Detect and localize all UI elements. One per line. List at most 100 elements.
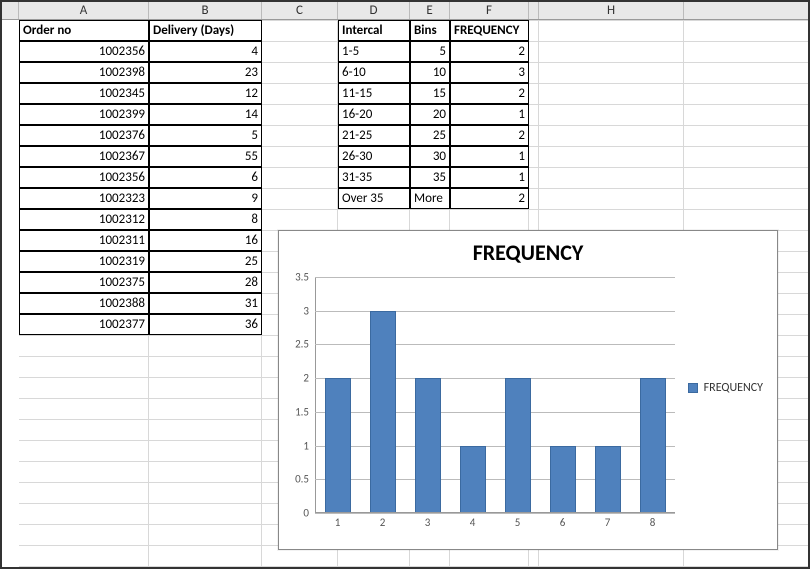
cell-frequency[interactable]: 2 <box>450 83 529 104</box>
cell-delivery-days[interactable]: 16 <box>149 230 262 251</box>
cell-interval[interactable]: 16-20 <box>338 104 410 125</box>
cell-order-no[interactable]: 1002312 <box>19 209 149 230</box>
cell-interval[interactable]: Over 35 <box>338 188 410 209</box>
cell-interval[interactable]: 26-30 <box>338 146 410 167</box>
cell-delivery-days[interactable]: 23 <box>149 62 262 83</box>
column-header-blank[interactable] <box>529 2 539 19</box>
bar[interactable] <box>550 446 576 513</box>
chart-plot-area: 00.511.522.533.5 12345678 <box>315 277 675 529</box>
bar[interactable] <box>505 378 531 513</box>
cell-order-no[interactable]: 1002376 <box>19 125 149 146</box>
x-tick-label: 6 <box>560 516 566 529</box>
cell-header-order-no[interactable]: Order no <box>19 20 149 41</box>
cell-header-frequency[interactable]: FREQUENCY <box>450 20 529 41</box>
y-tick-label: 3 <box>303 304 309 317</box>
cell-frequency[interactable]: 3 <box>450 62 529 83</box>
chart-legend: FREQUENCY <box>688 381 763 395</box>
cell-order-no[interactable]: 1002345 <box>19 83 149 104</box>
cell-order-no[interactable]: 1002311 <box>19 230 149 251</box>
cell-bin[interactable]: 25 <box>410 125 450 146</box>
cell-delivery-days[interactable]: 8 <box>149 209 262 230</box>
column-header-A[interactable]: A <box>19 2 149 19</box>
cell-delivery-days[interactable]: 55 <box>149 146 262 167</box>
bar[interactable] <box>325 378 351 513</box>
bar[interactable] <box>460 446 486 513</box>
column-header-B[interactable]: B <box>149 2 262 19</box>
y-tick-label: 1 <box>303 439 309 452</box>
chart-title: FREQUENCY <box>279 239 777 266</box>
x-tick-label: 2 <box>380 516 386 529</box>
x-tick-label: 8 <box>650 516 656 529</box>
bar[interactable] <box>595 446 621 513</box>
chart-object[interactable]: FREQUENCY 0 0.5 1 1.5 2 2.5 3 3.5 1 2 3 4 5 6 7 8 FREQ… <box>278 230 778 550</box>
cell-bin[interactable]: 15 <box>410 83 450 104</box>
x-tick-label: 3 <box>425 516 431 529</box>
cell-order-no[interactable]: 1002356 <box>19 167 149 188</box>
cell-delivery-days[interactable]: 25 <box>149 251 262 272</box>
gridline <box>315 513 675 514</box>
y-tick-label: 0 <box>303 507 309 520</box>
column-header-F[interactable]: F <box>450 2 529 19</box>
cell-interval[interactable]: 1-5 <box>338 41 410 62</box>
spreadsheet: A B C D E F H Order noDelivery (Days) Int… <box>2 2 808 567</box>
cell-order-no[interactable]: 1002375 <box>19 272 149 293</box>
cell-bin[interactable]: 5 <box>410 41 450 62</box>
x-tick-label: 5 <box>515 516 521 529</box>
y-tick-label: 1.5 <box>295 405 309 418</box>
legend-swatch-icon <box>688 383 698 393</box>
cell-bin[interactable]: 30 <box>410 146 450 167</box>
cell-order-no[interactable]: 1002388 <box>19 293 149 314</box>
cell-frequency[interactable]: 2 <box>450 188 529 209</box>
x-tick-label: 4 <box>470 516 476 529</box>
cell-frequency[interactable]: 1 <box>450 104 529 125</box>
cell-order-no[interactable]: 1002377 <box>19 314 149 335</box>
cell-order-no[interactable]: 1002323 <box>19 188 149 209</box>
cell-order-no[interactable]: 1002367 <box>19 146 149 167</box>
cell-frequency[interactable]: 1 <box>450 146 529 167</box>
cell-delivery-days[interactable]: 9 <box>149 188 262 209</box>
cell-frequency[interactable]: 1 <box>450 167 529 188</box>
cell-interval[interactable]: 11-15 <box>338 83 410 104</box>
cell-delivery-days[interactable]: 12 <box>149 83 262 104</box>
cell-delivery-days[interactable]: 28 <box>149 272 262 293</box>
cell-order-no[interactable]: 1002356 <box>19 41 149 62</box>
column-headers: A B C D E F H <box>2 2 808 20</box>
cell-frequency[interactable]: 2 <box>450 41 529 62</box>
bar[interactable] <box>370 311 396 513</box>
y-tick-label: 3.5 <box>295 271 309 284</box>
bar[interactable] <box>640 378 666 513</box>
x-axis <box>315 512 675 513</box>
cell-delivery-days[interactable]: 36 <box>149 314 262 335</box>
cell-bin[interactable]: 10 <box>410 62 450 83</box>
cell-delivery-days[interactable]: 6 <box>149 167 262 188</box>
cell-interval[interactable]: 31-35 <box>338 167 410 188</box>
cell-order-no[interactable]: 1002319 <box>19 251 149 272</box>
cell-header-interval[interactable]: Intercal <box>338 20 410 41</box>
cell-interval[interactable]: 6-10 <box>338 62 410 83</box>
cell-order-no[interactable]: 1002398 <box>19 62 149 83</box>
cell-delivery-days[interactable]: 4 <box>149 41 262 62</box>
cell-delivery-days[interactable]: 5 <box>149 125 262 146</box>
cell-frequency[interactable]: 2 <box>450 125 529 146</box>
y-tick-label: 2 <box>303 372 309 385</box>
x-tick-label: 7 <box>605 516 611 529</box>
cell-delivery-days[interactable]: 31 <box>149 293 262 314</box>
cell-bin[interactable]: 20 <box>410 104 450 125</box>
legend-label: FREQUENCY <box>704 381 763 395</box>
corner-cell[interactable] <box>2 2 19 19</box>
cell-header-bins[interactable]: Bins <box>410 20 450 41</box>
y-tick-label: 2.5 <box>295 338 309 351</box>
cell-header-delivery[interactable]: Delivery (Days) <box>149 20 262 41</box>
cell-bin[interactable]: 35 <box>410 167 450 188</box>
column-header-D[interactable]: D <box>338 2 410 19</box>
cell-bin[interactable]: More <box>410 188 450 209</box>
bar[interactable] <box>415 378 441 513</box>
column-header-E[interactable]: E <box>410 2 450 19</box>
cell-delivery-days[interactable]: 14 <box>149 104 262 125</box>
x-tick-label: 1 <box>335 516 341 529</box>
y-tick-label: 0.5 <box>295 473 309 486</box>
cell-order-no[interactable]: 1002399 <box>19 104 149 125</box>
column-header-H[interactable]: H <box>539 2 684 19</box>
column-header-C[interactable]: C <box>262 2 338 19</box>
cell-interval[interactable]: 21-25 <box>338 125 410 146</box>
